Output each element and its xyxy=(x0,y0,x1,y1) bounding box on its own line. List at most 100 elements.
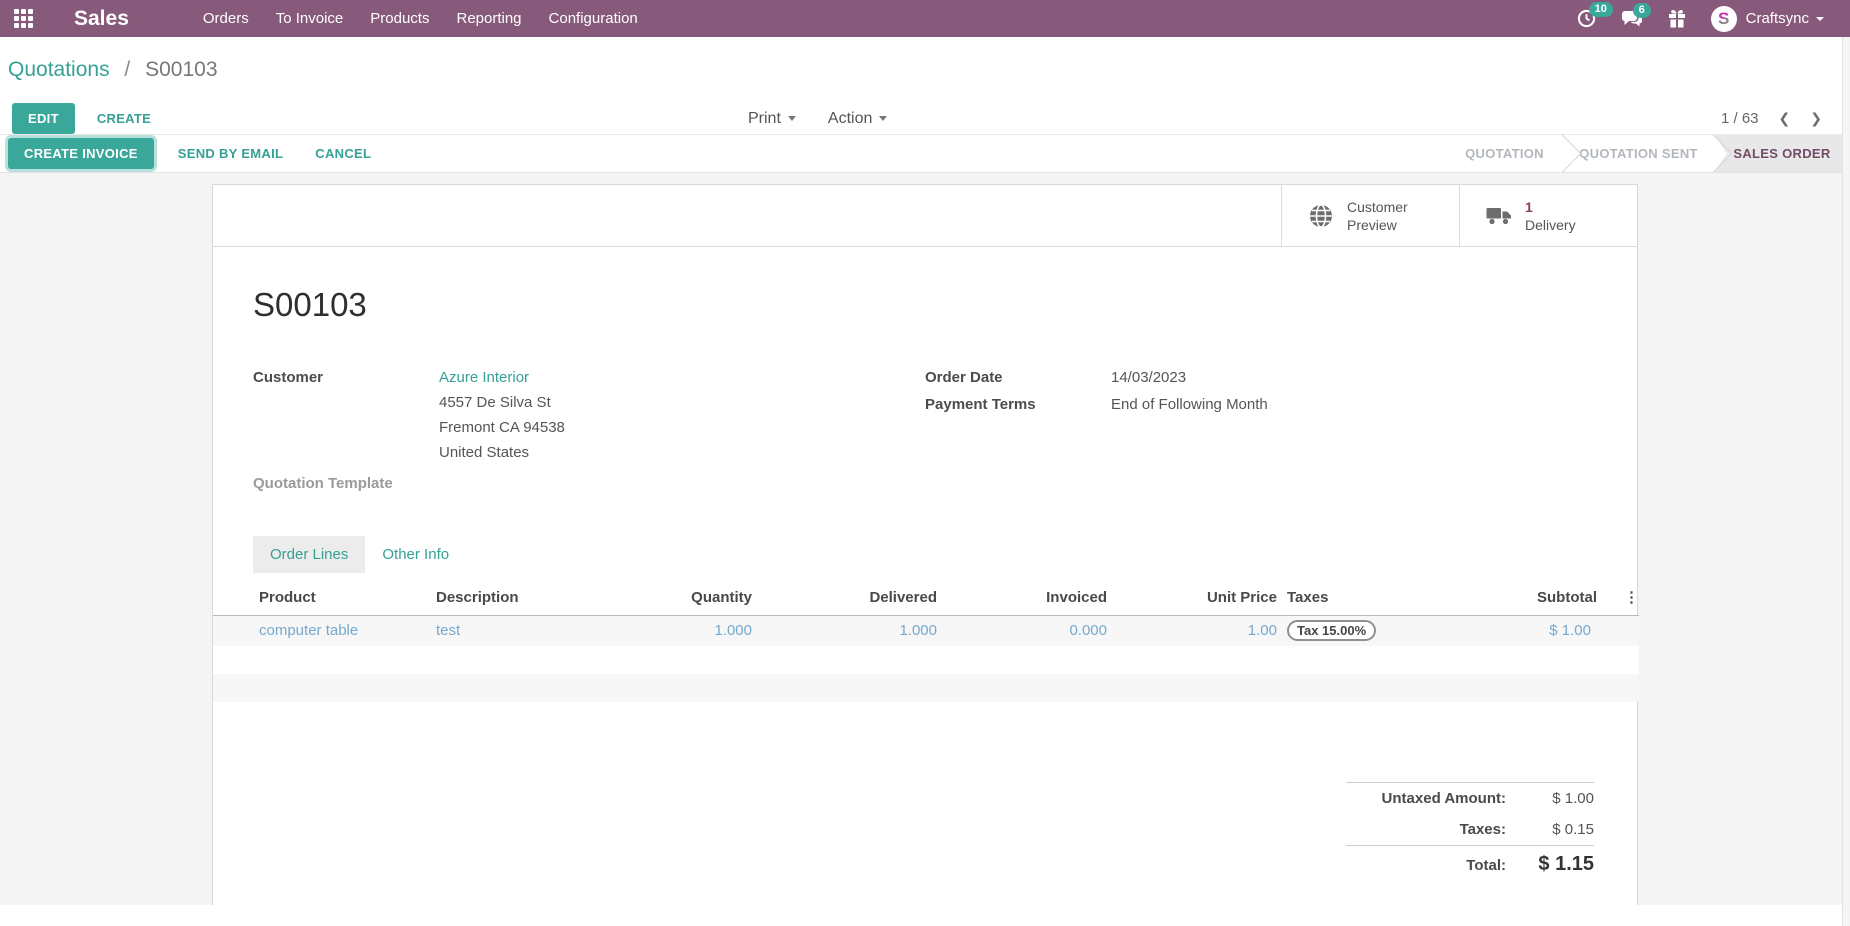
chevron-down-icon xyxy=(879,116,887,121)
edit-button[interactable]: EDIT xyxy=(12,103,75,134)
menu-configuration[interactable]: Configuration xyxy=(549,10,638,27)
user-name: Craftsync xyxy=(1746,10,1809,27)
quotation-template-label: Quotation Template xyxy=(253,471,439,496)
message-count-badge: 6 xyxy=(1633,3,1651,18)
tax-badge: Tax 15.00% xyxy=(1287,620,1376,641)
empty-row xyxy=(213,674,1639,702)
state-quotation[interactable]: QUOTATION xyxy=(1446,135,1563,172)
chevron-down-icon xyxy=(1816,17,1824,21)
menu-reporting[interactable]: Reporting xyxy=(456,10,521,27)
state-quotation-sent[interactable]: QUOTATION SENT xyxy=(1563,135,1714,172)
untaxed-amount-label: Untaxed Amount: xyxy=(1382,790,1506,807)
main-menu: Orders To Invoice Products Reporting Con… xyxy=(203,10,638,27)
tab-order-lines[interactable]: Order Lines xyxy=(253,536,365,573)
control-panel-buttons: EDIT CREATE Print Action 1 / 63 ❮ ❯ xyxy=(8,103,1842,134)
menu-to-invoice[interactable]: To Invoice xyxy=(276,10,344,27)
state-sales-order[interactable]: SALES ORDER xyxy=(1714,135,1850,172)
taxes-value: $ 0.15 xyxy=(1506,821,1594,838)
sales-app-window: Sales Orders To Invoice Products Reporti… xyxy=(0,0,1850,926)
user-avatar: S xyxy=(1711,6,1737,32)
breadcrumb-current: S00103 xyxy=(145,58,217,81)
customer-preview-button[interactable]: Customer Preview xyxy=(1281,185,1459,246)
untaxed-amount-row: Untaxed Amount: $ 1.00 xyxy=(1346,782,1594,814)
right-field-group: Order Date 14/03/2023 Payment Terms End … xyxy=(925,365,1268,496)
cell-product[interactable]: computer table xyxy=(213,616,436,646)
create-invoice-button[interactable]: CREATE INVOICE xyxy=(8,138,154,169)
systray: 10 6 xyxy=(1577,6,1838,32)
untaxed-amount-value: $ 1.00 xyxy=(1506,790,1594,807)
payment-terms-value: End of Following Month xyxy=(1111,392,1268,417)
col-taxes: Taxes xyxy=(1277,583,1537,616)
sheet-body: S00103 Customer Azure Interior 4557 De S… xyxy=(213,283,1637,573)
send-by-email-button[interactable]: SEND BY EMAIL xyxy=(178,146,284,161)
customer-address-line: Fremont CA 94538 xyxy=(439,415,565,440)
delivery-count: 1 xyxy=(1525,198,1576,216)
nine-dot-grid-icon xyxy=(14,9,33,28)
menu-orders[interactable]: Orders xyxy=(203,10,249,27)
create-button[interactable]: CREATE xyxy=(97,111,151,126)
pager-next-button[interactable]: ❯ xyxy=(1810,111,1822,127)
action-dropdown[interactable]: Action xyxy=(828,110,887,128)
quotation-template-field: Quotation Template xyxy=(253,471,925,496)
form-sheet: Customer Preview 1 xyxy=(212,184,1638,905)
col-delivered: Delivered xyxy=(752,583,937,616)
cell-delivered: 1.000 xyxy=(752,616,937,646)
customer-address-line: United States xyxy=(439,440,565,465)
notebook-tabs: Order Lines Other Info xyxy=(253,536,1597,573)
order-date-field: Order Date 14/03/2023 xyxy=(925,365,1268,390)
messages-menu[interactable]: 6 xyxy=(1621,10,1643,28)
truck-icon xyxy=(1486,206,1512,226)
left-field-group: Customer Azure Interior 4557 De Silva St… xyxy=(253,365,925,496)
top-navbar: Sales Orders To Invoice Products Reporti… xyxy=(0,0,1850,37)
cell-invoiced: 0.000 xyxy=(937,616,1107,646)
scrollbar[interactable] xyxy=(1842,37,1850,926)
order-date-value: 14/03/2023 xyxy=(1111,365,1186,390)
print-dropdown[interactable]: Print xyxy=(748,110,796,128)
cell-unit-price: 1.00 xyxy=(1107,616,1277,646)
activity-count-badge: 10 xyxy=(1589,2,1613,17)
cancel-button[interactable]: CANCEL xyxy=(315,146,371,161)
pager-previous-button[interactable]: ❮ xyxy=(1779,111,1791,127)
user-menu[interactable]: S Craftsync xyxy=(1711,6,1824,32)
cell-subtotal: $ 1.00 xyxy=(1537,616,1603,646)
totals-block: Untaxed Amount: $ 1.00 Taxes: $ 0.15 Tot… xyxy=(1346,782,1594,883)
order-lines-table: Product Description Quantity Delivered I… xyxy=(213,583,1639,702)
col-quantity: Quantity xyxy=(642,583,752,616)
form-view: Customer Preview 1 xyxy=(0,173,1850,905)
payment-terms-field: Payment Terms End of Following Month xyxy=(925,392,1268,417)
optional-columns-button[interactable]: ⋮ xyxy=(1624,589,1639,606)
col-invoiced: Invoiced xyxy=(937,583,1107,616)
app-name[interactable]: Sales xyxy=(74,7,129,31)
table-header-row: Product Description Quantity Delivered I… xyxy=(213,583,1639,616)
col-unit-price: Unit Price xyxy=(1107,583,1277,616)
order-date-label: Order Date xyxy=(925,365,1111,390)
customer-preview-label-1: Customer xyxy=(1347,198,1408,216)
rewards-menu[interactable] xyxy=(1668,9,1686,28)
total-row: Total: $ 1.15 xyxy=(1346,845,1594,883)
field-area: Customer Azure Interior 4557 De Silva St… xyxy=(253,365,1597,496)
form-statusbar: CREATE INVOICE SEND BY EMAIL CANCEL QUOT… xyxy=(0,134,1850,173)
activity-menu[interactable]: 10 xyxy=(1577,9,1596,28)
button-box: Customer Preview 1 xyxy=(213,185,1637,247)
total-label: Total: xyxy=(1466,857,1506,874)
breadcrumb-separator: / xyxy=(124,58,130,81)
state-steps: QUOTATION QUOTATION SENT SALES ORDER xyxy=(1446,135,1850,172)
total-value: $ 1.15 xyxy=(1506,853,1594,876)
tab-other-info[interactable]: Other Info xyxy=(365,536,466,573)
order-line-row[interactable]: computer table test 1.000 1.000 0.000 1.… xyxy=(213,616,1639,646)
pager-counter: 1 / 63 xyxy=(1721,110,1759,127)
globe-icon xyxy=(1308,203,1334,229)
apps-grid-icon[interactable] xyxy=(12,8,34,30)
breadcrumb-quotations[interactable]: Quotations xyxy=(8,58,110,81)
menu-products[interactable]: Products xyxy=(370,10,429,27)
delivery-label: Delivery xyxy=(1525,216,1576,234)
taxes-row: Taxes: $ 0.15 xyxy=(1346,814,1594,845)
breadcrumb: Quotations / S00103 xyxy=(8,57,1842,83)
col-subtotal: Subtotal xyxy=(1537,583,1603,616)
payment-terms-label: Payment Terms xyxy=(925,392,1111,417)
delivery-button[interactable]: 1 Delivery xyxy=(1459,185,1637,246)
col-product: Product xyxy=(213,583,436,616)
empty-row xyxy=(213,646,1639,674)
customer-link[interactable]: Azure Interior xyxy=(439,365,565,390)
chevron-down-icon xyxy=(788,116,796,121)
